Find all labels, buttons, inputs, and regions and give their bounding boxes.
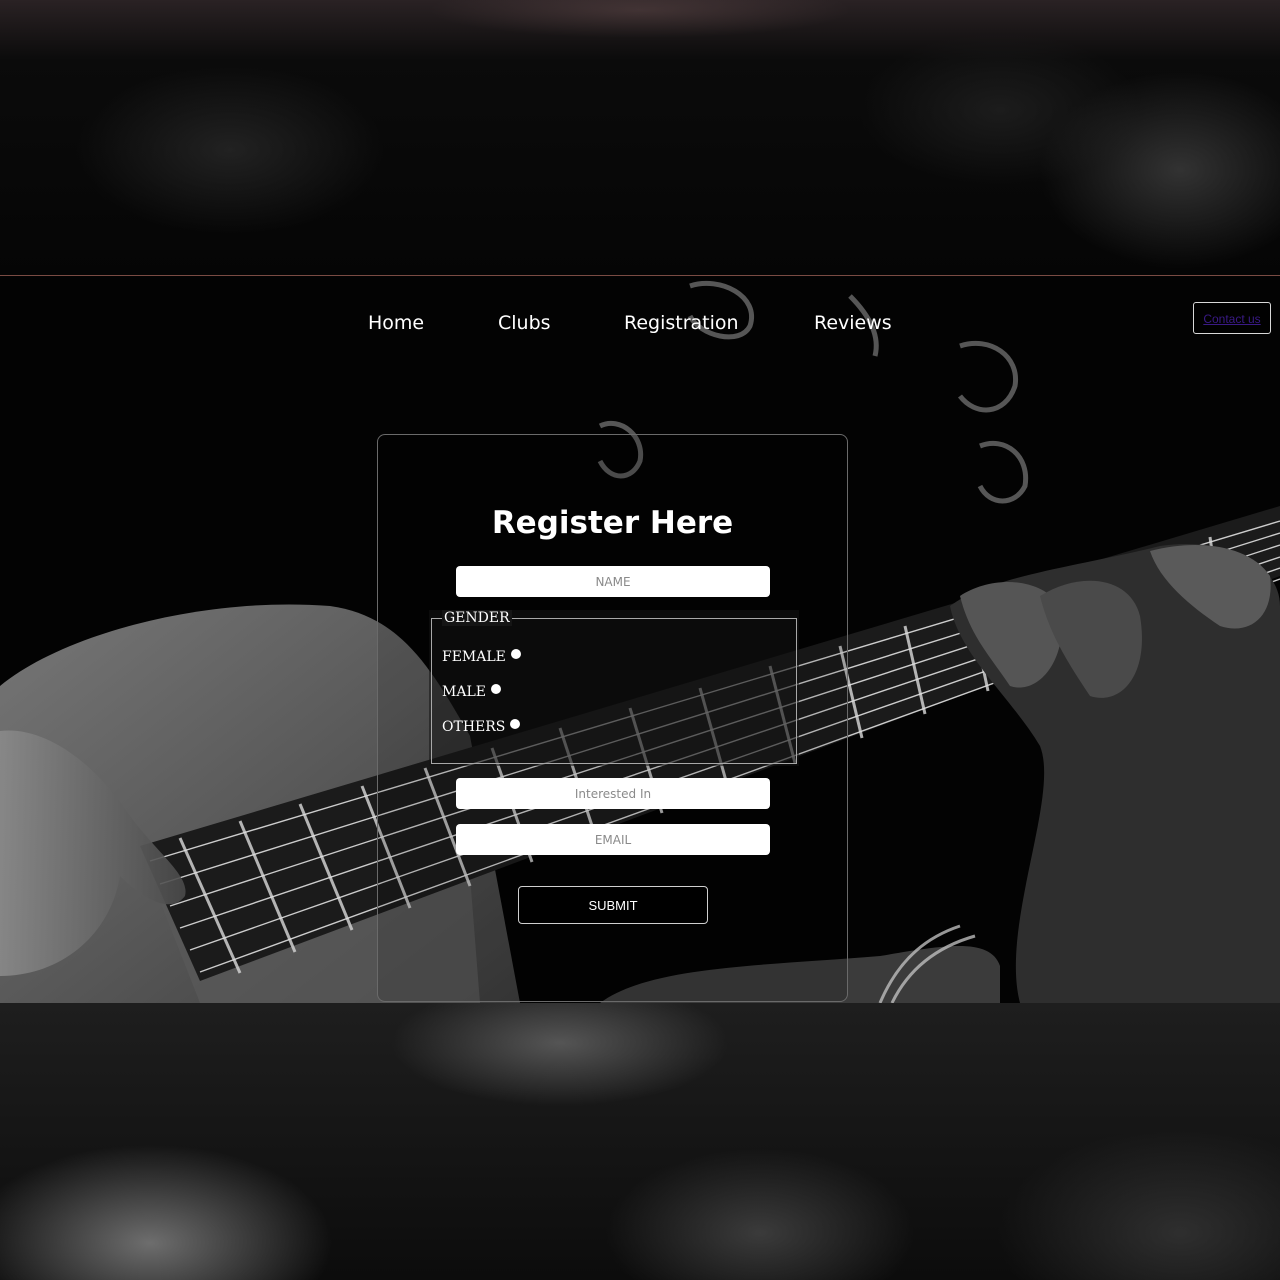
gender-option-female[interactable]: FEMALE bbox=[442, 649, 521, 665]
page-screenshot: Home Clubs Registration Reviews Contact … bbox=[0, 276, 1280, 1003]
gender-fieldset: GENDER FEMALE MALE OTHERS bbox=[429, 610, 799, 766]
top-nav: Home Clubs Registration Reviews bbox=[0, 312, 1280, 342]
blurred-backdrop-bottom bbox=[0, 1003, 1280, 1280]
form-title: Register Here bbox=[491, 505, 734, 541]
interest-input[interactable] bbox=[456, 778, 770, 809]
gender-option-others[interactable]: OTHERS bbox=[442, 719, 521, 735]
nav-link-registration[interactable]: Registration bbox=[624, 312, 739, 334]
submit-button[interactable]: SUBMIT bbox=[518, 886, 708, 924]
contact-us-link[interactable]: Contact us bbox=[1203, 312, 1260, 326]
name-input[interactable] bbox=[456, 566, 770, 597]
contact-us-button[interactable]: Contact us bbox=[1193, 302, 1271, 334]
nav-link-home[interactable]: Home bbox=[368, 312, 424, 334]
gender-legend: GENDER bbox=[442, 610, 512, 626]
nav-link-reviews[interactable]: Reviews bbox=[814, 312, 892, 334]
photo-frame: Home Clubs Registration Reviews Contact … bbox=[0, 0, 1280, 1280]
male-radio[interactable] bbox=[490, 684, 501, 694]
gender-option-label: OTHERS bbox=[442, 719, 506, 735]
email-input[interactable] bbox=[456, 824, 770, 855]
female-radio[interactable] bbox=[510, 649, 521, 659]
gender-option-label: FEMALE bbox=[442, 649, 506, 665]
blurred-backdrop-top bbox=[0, 0, 1280, 276]
others-radio[interactable] bbox=[510, 719, 521, 729]
gender-option-label: MALE bbox=[442, 684, 486, 700]
gender-option-male[interactable]: MALE bbox=[442, 684, 501, 700]
registration-card: Register Here GENDER FEMALE MALE OTHERS bbox=[377, 434, 848, 1002]
nav-link-clubs[interactable]: Clubs bbox=[498, 312, 551, 334]
